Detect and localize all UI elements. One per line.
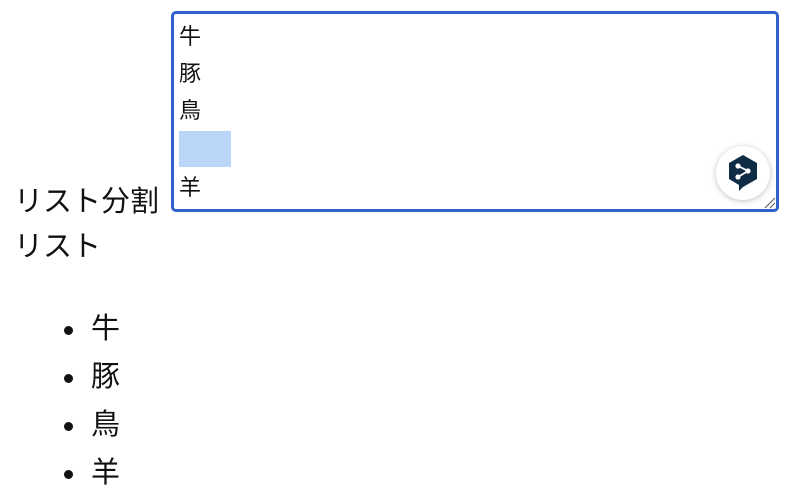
textarea-line: 鳥 — [179, 99, 202, 124]
split-label: リスト分割 — [14, 184, 160, 218]
deepl-translate-icon — [729, 155, 757, 191]
list-item: 豚 — [0, 354, 120, 402]
bullet-icon — [64, 326, 73, 335]
bullet-icon — [64, 374, 73, 383]
deepl-translate-button[interactable] — [716, 146, 770, 200]
textarea-line: 豚 — [179, 62, 202, 87]
list-item-label: 豚 — [91, 359, 121, 393]
page: リスト分割 牛 豚 鳥 羊 リスト 牛 豚 鳥 羊 — [0, 0, 800, 498]
list-input-textarea[interactable]: 牛 豚 鳥 羊 — [171, 11, 779, 212]
textarea-line: 羊 — [179, 176, 202, 201]
bullet-icon — [64, 422, 73, 431]
list-item-label: 牛 — [91, 311, 121, 345]
list-item: 羊 — [0, 450, 120, 498]
list-heading: リスト — [14, 229, 102, 263]
bullet-icon — [64, 470, 73, 479]
list-item: 鳥 — [0, 402, 120, 450]
item-list: 牛 豚 鳥 羊 — [0, 306, 120, 498]
textarea-line: 牛 — [179, 25, 202, 50]
list-item-label: 羊 — [91, 455, 121, 489]
list-item: 牛 — [0, 306, 120, 354]
textarea-selected-line — [179, 131, 231, 167]
resize-handle-icon[interactable] — [762, 195, 776, 209]
list-item-label: 鳥 — [91, 407, 121, 441]
